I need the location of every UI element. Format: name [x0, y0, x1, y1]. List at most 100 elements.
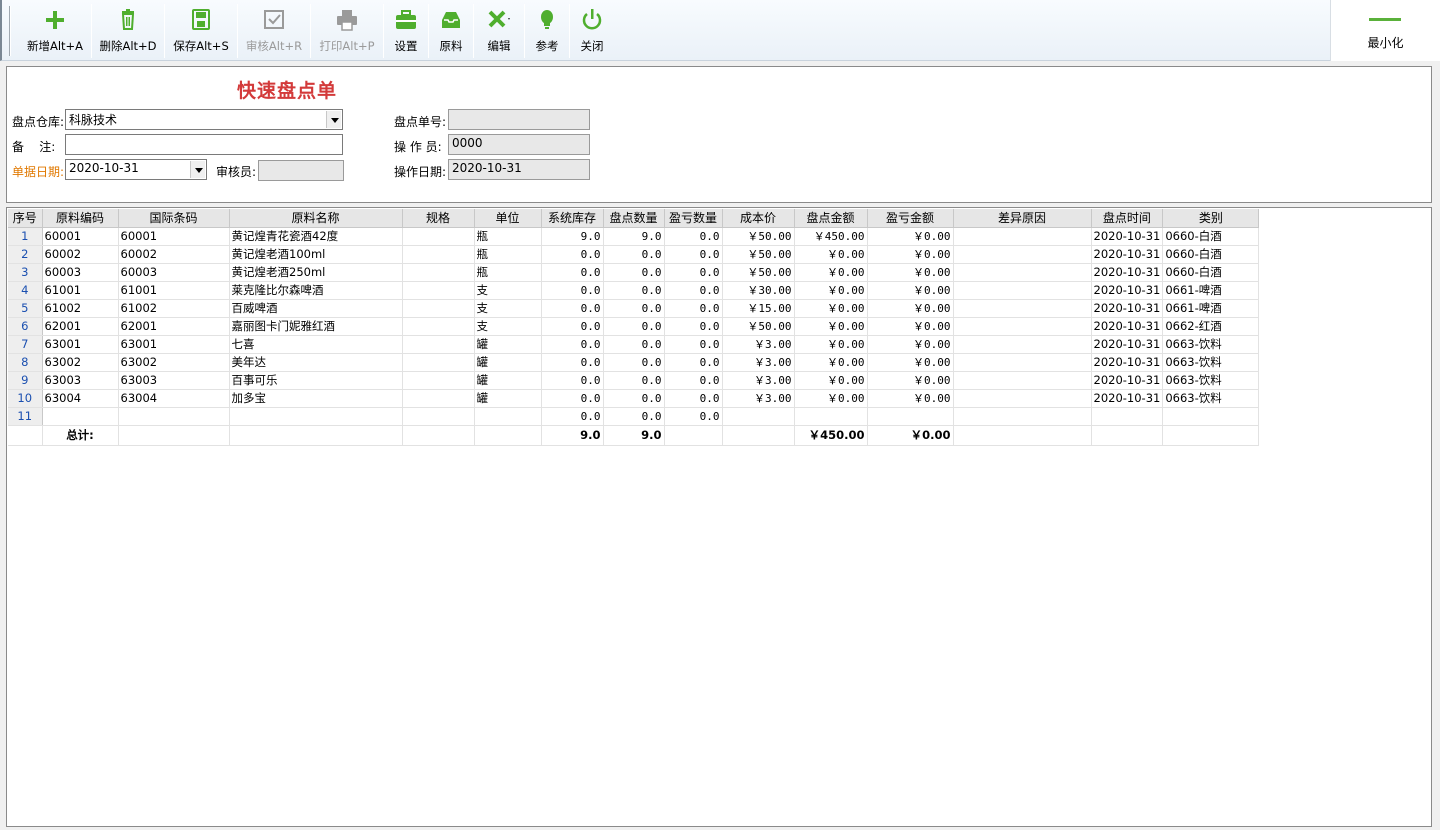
cell-material-name[interactable]: 黄记煌青花瓷酒42度: [229, 227, 403, 246]
audit-button[interactable]: 审核Alt+R: [238, 4, 310, 58]
cell-count-qty[interactable]: 0.0: [603, 389, 665, 408]
cell-diff-reason[interactable]: [953, 335, 1092, 354]
cell-unit[interactable]: 瓶: [474, 245, 542, 264]
cell-seq[interactable]: 5: [8, 299, 43, 318]
cell-seq[interactable]: 6: [8, 317, 43, 336]
cell-unit[interactable]: [474, 407, 542, 426]
cell-diff-qty[interactable]: 0.0: [664, 335, 723, 354]
toolbar-grip[interactable]: [9, 6, 11, 56]
cell-material-name[interactable]: 加多宝: [229, 389, 403, 408]
cell-count-qty[interactable]: 0.0: [603, 281, 665, 300]
cell-unit[interactable]: 罐: [474, 371, 542, 390]
doc-date-picker[interactable]: 2020-10-31: [65, 159, 207, 180]
table-row[interactable]: 9 63003 63003 百事可乐罐 0.0 0.0 0.0 ￥3.00 ￥0.00 ￥0.00…: [8, 371, 1260, 390]
column-header-material-name[interactable]: 原料名称: [229, 209, 403, 228]
cell-material-code[interactable]: 63001: [42, 335, 119, 354]
cell-diff-qty[interactable]: 0.0: [664, 227, 723, 246]
cell-system-stock[interactable]: 0.0: [541, 335, 604, 354]
edit-button[interactable]: 编辑: [474, 4, 524, 58]
cell-seq[interactable]: 7: [8, 335, 43, 354]
column-header-count-time[interactable]: 盘点时间: [1091, 209, 1164, 228]
cell-count-amount[interactable]: ￥0.00: [794, 389, 868, 408]
cell-material-name[interactable]: [229, 407, 403, 426]
cell-unit[interactable]: 瓶: [474, 227, 542, 246]
cell-barcode[interactable]: 63003: [118, 371, 230, 390]
column-header-category[interactable]: 类别: [1162, 209, 1260, 228]
cell-diff-qty[interactable]: 0.0: [664, 353, 723, 372]
cell-material-code[interactable]: 60001: [42, 227, 119, 246]
cell-diff-qty[interactable]: 0.0: [664, 371, 723, 390]
minimize-button[interactable]: 最小化: [1330, 0, 1440, 61]
cell-cost-price[interactable]: ￥3.00: [722, 353, 795, 372]
cell-system-stock[interactable]: 0.0: [541, 263, 604, 282]
cell-spec[interactable]: [402, 299, 475, 318]
cell-count-amount[interactable]: ￥0.00: [794, 245, 868, 264]
cell-diff-amount[interactable]: ￥0.00: [867, 263, 954, 282]
cell-spec[interactable]: [402, 281, 475, 300]
cell-spec[interactable]: [402, 389, 475, 408]
material-button[interactable]: 原料: [429, 4, 473, 58]
table-row[interactable]: 5 61002 61002 百威啤酒支 0.0 0.0 0.0 ￥15.00 ￥0.00 ￥0.0…: [8, 299, 1260, 318]
column-header-material-code[interactable]: 原料编码: [42, 209, 119, 228]
cell-seq[interactable]: 4: [8, 281, 43, 300]
cell-cost-price[interactable]: ￥15.00: [722, 299, 795, 318]
cell-diff-reason[interactable]: [953, 371, 1092, 390]
cell-count-time[interactable]: 2020-10-31: [1091, 371, 1164, 390]
column-header-diff-amount[interactable]: 盈亏金额: [867, 209, 954, 228]
print-button[interactable]: 打印Alt+P: [311, 4, 383, 58]
cell-diff-amount[interactable]: ￥0.00: [867, 335, 954, 354]
cell-seq[interactable]: 1: [8, 227, 43, 246]
cell-count-amount[interactable]: [794, 407, 868, 426]
cell-seq[interactable]: 10: [8, 389, 43, 408]
cell-diff-reason[interactable]: [953, 407, 1092, 426]
cell-seq[interactable]: 11: [8, 407, 43, 426]
cell-cost-price[interactable]: ￥3.00: [722, 335, 795, 354]
cell-material-code[interactable]: 63002: [42, 353, 119, 372]
cell-count-qty[interactable]: 0.0: [603, 335, 665, 354]
cell-diff-reason[interactable]: [953, 353, 1092, 372]
cell-count-qty[interactable]: 0.0: [603, 299, 665, 318]
cell-count-amount[interactable]: ￥0.00: [794, 353, 868, 372]
add-button[interactable]: 新增Alt+A: [19, 4, 91, 58]
cell-spec[interactable]: [402, 245, 475, 264]
table-row[interactable]: 2 60002 60002 黄记煌老酒100ml 瓶 0.0 0.0 0.0 ￥50.00 ￥0.…: [8, 245, 1260, 264]
column-header-diff-qty[interactable]: 盈亏数量: [664, 209, 723, 228]
cell-diff-amount[interactable]: [867, 407, 954, 426]
cell-diff-reason[interactable]: [953, 317, 1092, 336]
cell-spec[interactable]: [402, 227, 475, 246]
cell-barcode[interactable]: [118, 407, 230, 426]
cell-category[interactable]: 0663-饮料: [1162, 353, 1260, 372]
cell-spec[interactable]: [402, 263, 475, 282]
cell-count-qty[interactable]: 0.0: [603, 245, 665, 264]
column-header-seq[interactable]: 序号: [8, 209, 43, 228]
cell-category[interactable]: 0662-红酒: [1162, 317, 1260, 336]
cell-diff-reason[interactable]: [953, 281, 1092, 300]
cell-unit[interactable]: 支: [474, 299, 542, 318]
cell-count-amount[interactable]: ￥0.00: [794, 281, 868, 300]
cell-system-stock[interactable]: 0.0: [541, 407, 604, 426]
table-row[interactable]: 1 60001 60001 黄记煌青花瓷酒42度瓶 9.0 9.0 0.0 ￥50.00 ￥45…: [8, 227, 1260, 246]
cell-spec[interactable]: [402, 335, 475, 354]
chevron-down-icon[interactable]: [326, 111, 341, 128]
column-header-barcode[interactable]: 国际条码: [118, 209, 230, 228]
column-header-spec[interactable]: 规格: [402, 209, 475, 228]
cell-category[interactable]: 0663-饮料: [1162, 389, 1260, 408]
cell-material-name[interactable]: 嘉丽图卡门妮雅红酒: [229, 317, 403, 336]
cell-count-time[interactable]: [1091, 407, 1164, 426]
cell-unit[interactable]: 支: [474, 317, 542, 336]
cell-diff-amount[interactable]: ￥0.00: [867, 317, 954, 336]
cell-seq[interactable]: 8: [8, 353, 43, 372]
cell-cost-price[interactable]: [722, 407, 795, 426]
cell-system-stock[interactable]: 0.0: [541, 371, 604, 390]
column-header-count-amount[interactable]: 盘点金额: [794, 209, 868, 228]
table-row[interactable]: 8 63002 63002 美年达罐 0.0 0.0 0.0 ￥3.00 ￥0.00 ￥0.00 2…: [8, 353, 1260, 372]
cell-system-stock[interactable]: 0.0: [541, 299, 604, 318]
cell-cost-price[interactable]: ￥50.00: [722, 245, 795, 264]
delete-button[interactable]: 删除Alt+D: [92, 4, 164, 58]
cell-count-amount[interactable]: ￥450.00: [794, 227, 868, 246]
cell-category[interactable]: 0660-白酒: [1162, 227, 1260, 246]
cell-diff-qty[interactable]: 0.0: [664, 245, 723, 264]
cell-diff-qty[interactable]: 0.0: [664, 281, 723, 300]
cell-category[interactable]: 0661-啤酒: [1162, 281, 1260, 300]
cell-barcode[interactable]: 63004: [118, 389, 230, 408]
